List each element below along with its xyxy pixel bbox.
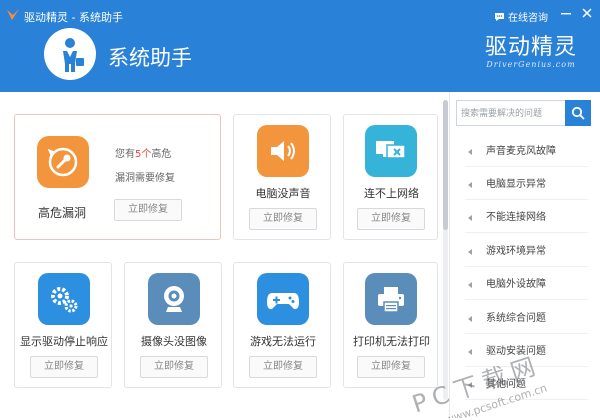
fix-button[interactable]: 立即修复 [357, 208, 425, 230]
arrow-left-icon [468, 349, 472, 355]
window-title: 驱动精灵 - 系统助手 [24, 11, 123, 24]
vulnerability-icon-box [37, 136, 89, 188]
card-printer[interactable]: 打印机无法打印 立即修复 [343, 262, 438, 388]
card-label: 连不上网络 [364, 187, 419, 200]
gamepad-icon [267, 293, 299, 310]
category-label: 电脑显示异常 [486, 179, 546, 190]
category-item[interactable]: 系统综合问题 [465, 304, 588, 334]
category-label: 其他问题 [486, 379, 526, 390]
network-monitor-icon [376, 141, 406, 159]
category-item[interactable]: 电脑外设故障 [465, 270, 588, 300]
brand-name-en: DriverGenius.com [486, 60, 576, 69]
fix-button[interactable]: 立即修复 [249, 208, 317, 230]
window-top-bar: 驱动精灵 - 系统助手 在线咨询 [0, 0, 600, 30]
title-bar: 驱动精灵 - 系统助手 在线咨询 系统助手 驱动精灵 DriverGenius.… [0, 0, 600, 92]
category-label: 游戏环境异常 [486, 246, 546, 257]
no-sound-icon-box [257, 125, 309, 177]
fix-button[interactable]: 立即修复 [249, 356, 317, 378]
card-no-sound[interactable]: 电脑没声音 立即修复 [233, 114, 331, 240]
card-label: 电脑没声音 [255, 187, 311, 200]
featured-description-line2: 漏洞需要修复 [115, 173, 175, 184]
brand-name-cn: 驱动精灵 [484, 35, 577, 60]
display-driver-icon-box [38, 273, 90, 325]
online-consult-label: 在线咨询 [508, 13, 548, 24]
arrow-left-icon [468, 282, 472, 288]
desc-suffix: 高危 [151, 149, 172, 160]
category-item[interactable]: 电脑显示异常 [465, 170, 588, 200]
card-display-driver[interactable]: 显示驱动停止响应 立即修复 [14, 262, 112, 388]
scrollbar-thumb[interactable] [443, 100, 448, 230]
repair-wrench-icon [47, 147, 78, 177]
game-icon-box [257, 273, 309, 325]
fix-button[interactable]: 立即修复 [140, 356, 208, 378]
arrow-left-icon [468, 149, 472, 155]
close-button[interactable] [578, 6, 596, 24]
card-label: 游戏无法运行 [250, 335, 316, 348]
printer-icon [378, 287, 404, 313]
close-icon [582, 8, 592, 18]
fix-button[interactable]: 立即修复 [30, 356, 98, 378]
minimize-icon [561, 13, 571, 15]
desc-prefix: 您有 [115, 149, 135, 160]
search-icon [571, 106, 585, 120]
category-item[interactable]: 驱动安装问题 [465, 337, 588, 367]
vulnerability-count: 5个 [135, 149, 152, 160]
page-title: 系统助手 [108, 46, 192, 70]
card-webcam[interactable]: 摄像头没图像 立即修复 [124, 262, 222, 388]
search-button[interactable] [565, 100, 591, 126]
card-no-network[interactable]: 连不上网络 立即修复 [343, 114, 438, 240]
category-item[interactable]: 游戏环境异常 [465, 237, 588, 267]
featured-title: 高危漏洞 [37, 206, 86, 220]
fix-vulnerability-button[interactable]: 立即修复 [114, 199, 182, 221]
webcam-icon-box [148, 273, 200, 325]
search-input[interactable] [457, 101, 565, 125]
brand-logo: 驱动精灵 DriverGenius.com [483, 35, 579, 70]
minimize-button[interactable] [557, 6, 575, 24]
category-label: 系统综合问题 [486, 313, 546, 324]
app-logo-icon [7, 9, 19, 20]
category-item[interactable]: 其他问题 [465, 370, 588, 400]
arrow-left-icon [468, 215, 472, 221]
chat-icon [495, 12, 504, 21]
gears-icon [51, 287, 78, 313]
featured-description: 您有5个高危 [115, 145, 171, 160]
category-label: 不能连接网络 [486, 212, 546, 223]
card-label: 显示驱动停止响应 [20, 335, 108, 348]
arrow-left-icon [468, 182, 472, 188]
arrow-left-icon [468, 316, 472, 322]
no-network-icon-box [365, 125, 417, 177]
category-label: 声音麦克风故障 [486, 146, 556, 157]
arrow-left-icon [468, 382, 472, 388]
category-item[interactable]: 不能连接网络 [465, 203, 588, 233]
cards-scrollbar[interactable] [443, 100, 448, 400]
category-label: 电脑外设故障 [486, 279, 546, 290]
category-label: 驱动安装问题 [486, 346, 546, 357]
fix-button[interactable]: 立即修复 [357, 356, 425, 378]
high-risk-vulnerability-card[interactable]: 高危漏洞 您有5个高危 漏洞需要修复 立即修复 [14, 114, 221, 240]
online-consult-button[interactable]: 在线咨询 [494, 9, 548, 24]
system-assistant-avatar-icon [44, 28, 96, 80]
card-label: 摄像头没图像 [141, 335, 207, 348]
speaker-icon [271, 141, 295, 161]
webcam-icon [164, 286, 184, 312]
category-item[interactable]: 声音麦克风故障 [465, 137, 588, 167]
search-box [456, 100, 591, 126]
card-label: 打印机无法打印 [353, 335, 430, 348]
card-game[interactable]: 游戏无法运行 立即修复 [233, 262, 331, 388]
printer-icon-box [365, 273, 417, 325]
arrow-left-icon [468, 249, 472, 255]
